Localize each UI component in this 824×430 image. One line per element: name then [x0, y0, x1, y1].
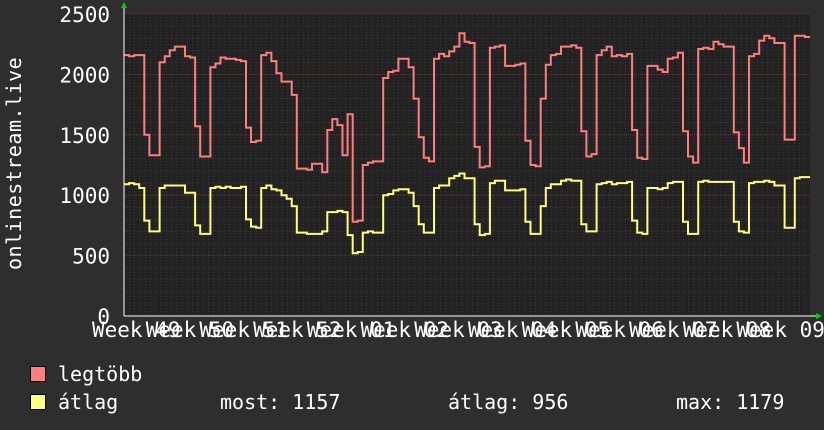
y-tick-label: 2500 — [59, 3, 110, 27]
y-axis-arrow — [121, 2, 127, 8]
stat-now: most: 1157 — [220, 390, 341, 414]
legend-label-avg: átlag — [58, 390, 119, 414]
legend-swatch-avg — [30, 393, 46, 410]
chart: 05001000150020002500Week 49Week 50Week 5… — [59, 2, 824, 340]
x-tick-label: Week 09 — [736, 318, 824, 340]
legend-label-max: legtöbb — [58, 362, 143, 386]
stat-avg: átlag: 956 — [448, 390, 569, 414]
stat-max: max: 1179 — [676, 390, 785, 414]
y-tick-label: 1000 — [59, 184, 110, 208]
legend-item-max: legtöbb — [30, 362, 142, 386]
legend-item-avg: átlag — [30, 390, 118, 414]
y-tick-label: 2000 — [59, 63, 110, 87]
y-tick-label: 500 — [72, 245, 110, 269]
y-tick-label: 1500 — [59, 124, 110, 148]
legend-swatch-max — [30, 365, 46, 382]
